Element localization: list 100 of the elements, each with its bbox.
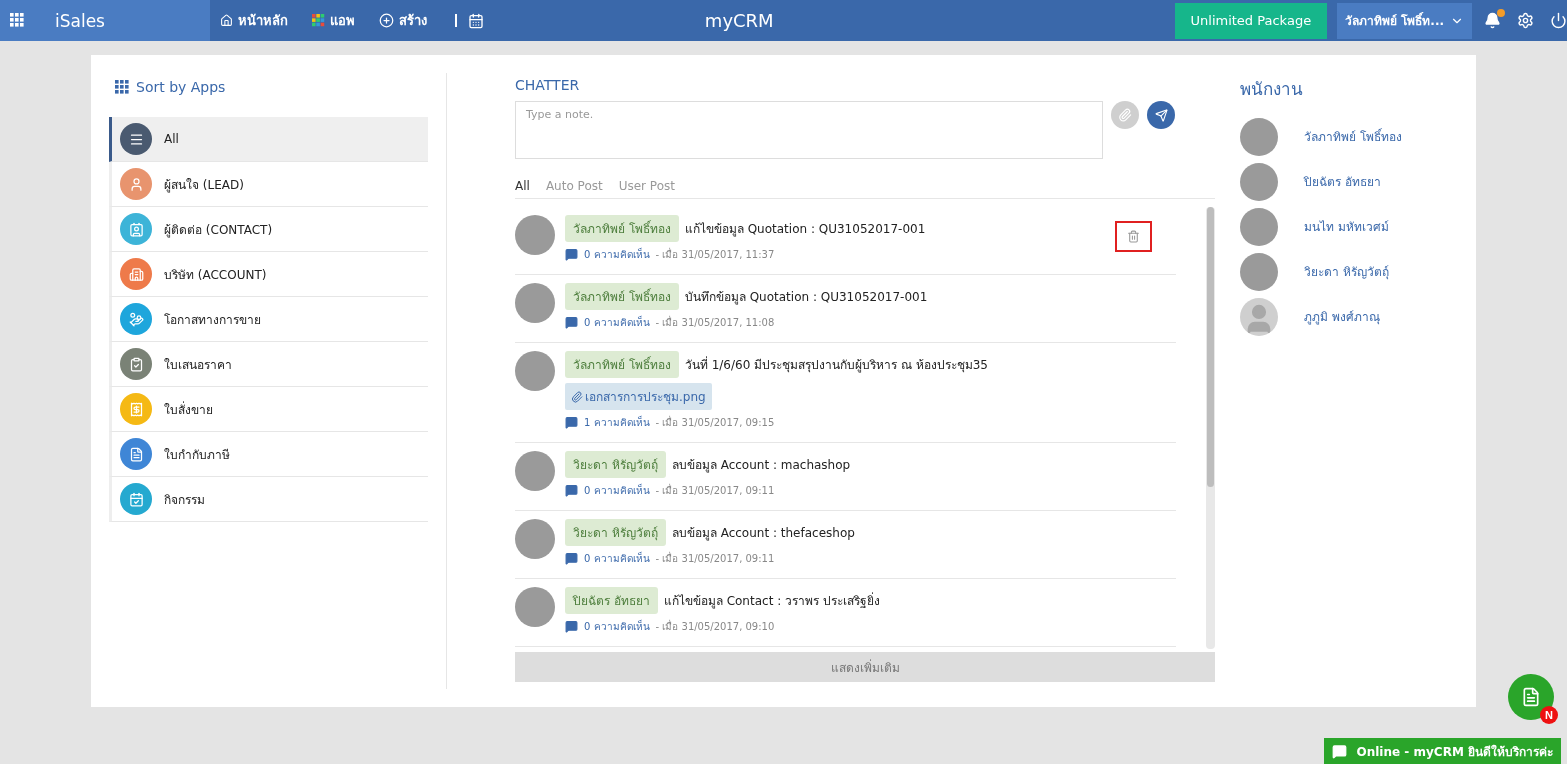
trash-icon: [1127, 230, 1140, 243]
avatar-placeholder: [515, 283, 555, 323]
show-more-button[interactable]: แสดงเพิ่มเติม: [515, 652, 1215, 682]
calendar-check-icon: [128, 491, 144, 507]
nav-link[interactable]: สร้าง: [379, 10, 427, 31]
attachment-chip[interactable]: เอกสารการประชุม.png: [565, 383, 712, 410]
comments-link[interactable]: 1 ความคิดเห็น: [584, 415, 650, 430]
person-icon: [128, 176, 144, 192]
avatar-placeholder: [1240, 117, 1278, 156]
send-button[interactable]: [1147, 101, 1175, 129]
post-text: บันทึกข้อมูล Quotation : QU31052017-001: [684, 289, 928, 306]
comment-icon: [565, 316, 578, 329]
sidebar-item[interactable]: ใบกำกับภาษี: [109, 432, 428, 477]
sidebar-item[interactable]: ใบเสนอราคา: [109, 342, 428, 387]
power-icon: [1550, 12, 1567, 29]
settings-button[interactable]: [1517, 12, 1534, 29]
plus-icon: [379, 13, 394, 28]
paperclip-icon: [571, 390, 583, 403]
post-text: ลบข้อมูล Account : machashop: [671, 457, 851, 474]
sidebar-item[interactable]: All: [109, 117, 428, 162]
comments-link[interactable]: 0 ความคิดเห็น: [584, 483, 650, 498]
avatar-placeholder: [515, 519, 555, 559]
bell-icon: [1484, 12, 1501, 29]
staff-name[interactable]: วิยะดา หิรัญวัตถุ์: [1304, 262, 1389, 281]
grid-icon: [312, 14, 325, 27]
sidebar-item[interactable]: โอกาสทางการขาย: [109, 297, 428, 342]
delete-button[interactable]: [1115, 221, 1152, 252]
sidebar-label: ใบเสนอราคา: [164, 356, 232, 374]
logo: myCRM: [704, 10, 774, 31]
settings-icon: [1517, 12, 1534, 29]
post-time: - เมื่อ 31/05/2017, 11:37: [655, 247, 775, 262]
home-icon: [220, 14, 233, 27]
post-time: - เมื่อ 31/05/2017, 11:08: [655, 315, 775, 330]
avatar-placeholder: [1240, 207, 1278, 246]
sidebar-item[interactable]: ใบสั่งขาย: [109, 387, 428, 432]
avatar-placeholder: [515, 351, 555, 391]
author-tag[interactable]: วิยะดา หิรัญวัตถุ์: [565, 451, 666, 478]
post-time: - เมื่อ 31/05/2017, 09:15: [655, 415, 775, 430]
comments-link[interactable]: 0 ความคิดเห็น: [584, 315, 650, 330]
author-tag[interactable]: วัลภาทิพย์ โพธิ์ทอง: [565, 283, 679, 310]
note-input[interactable]: Type a note.: [515, 101, 1103, 159]
avatar-placeholder: [515, 215, 555, 255]
comment-icon: [565, 416, 578, 429]
sidebar-label: โอกาสทางการขาย: [164, 311, 261, 329]
chatter-title: CHATTER: [515, 77, 581, 93]
staff-name[interactable]: มนไท มหัทเวศม์: [1304, 217, 1389, 236]
comment-icon: [565, 552, 578, 565]
sidebar-label: ใบสั่งขาย: [164, 400, 213, 419]
clipboard-icon: [128, 356, 144, 372]
nav-link[interactable]: หน้าหลัก: [220, 10, 288, 31]
chat-icon: [1331, 743, 1347, 759]
calendar-link[interactable]: [455, 12, 484, 29]
staff-name[interactable]: ภูภูมิ พงศ์ภาณุ: [1304, 307, 1380, 326]
sidebar-item[interactable]: กิจกรรม: [109, 477, 428, 522]
post-time: - เมื่อ 31/05/2017, 09:11: [655, 551, 775, 566]
author-tag[interactable]: ปิยฉัตร อัทธยา: [565, 587, 658, 614]
sidebar-title: Sort by Apps: [136, 79, 226, 95]
nav-link[interactable]: แอพ: [312, 10, 355, 31]
sidebar-item[interactable]: ผู้สนใจ (LEAD): [109, 162, 428, 207]
user-menu[interactable]: วัลภาทิพย์ โพธิ์ท...: [1337, 2, 1472, 39]
document-icon: [1521, 687, 1541, 707]
post-text: แก้ไขข้อมูล Quotation : QU31052017-001: [684, 221, 926, 238]
comment-icon: [565, 484, 578, 497]
app-name: iSales: [55, 10, 105, 31]
comments-link[interactable]: 0 ความคิดเห็น: [584, 247, 650, 262]
chat-bar[interactable]: Online - myCRM ยินดีให้บริการค่ะ: [1323, 738, 1561, 764]
scrollbar[interactable]: [1206, 207, 1215, 649]
comment-icon: [565, 620, 578, 633]
staff-name[interactable]: วัลภาทิพย์ โพธิ์ทอง: [1304, 127, 1402, 146]
power-button[interactable]: [1550, 12, 1567, 29]
post-time: - เมื่อ 31/05/2017, 09:10: [655, 619, 775, 634]
calendar-icon: [468, 12, 484, 29]
sidebar-label: บริษัท (ACCOUNT): [164, 266, 267, 284]
contact-card-icon: [128, 221, 144, 237]
filter-tab[interactable]: All: [515, 179, 530, 193]
building-icon: [128, 266, 144, 282]
author-tag[interactable]: วิยะดา หิรัญวัตถุ์: [565, 519, 666, 546]
staff-title: พนักงาน: [1240, 78, 1304, 101]
post-time: - เมื่อ 31/05/2017, 09:11: [655, 483, 775, 498]
paperclip-icon: [1118, 108, 1132, 122]
comments-link[interactable]: 0 ความคิดเห็น: [584, 619, 650, 634]
author-tag[interactable]: วัลภาทิพย์ โพธิ์ทอง: [565, 351, 679, 378]
staff-name[interactable]: ปิยฉัตร อัทธยา: [1304, 172, 1381, 191]
receipt-icon: [128, 401, 144, 417]
sidebar-label: ใบกำกับภาษี: [164, 446, 230, 464]
author-tag[interactable]: วัลภาทิพย์ โพธิ์ทอง: [565, 215, 679, 242]
apps-grid-icon: [115, 79, 130, 95]
sidebar-label: All: [164, 132, 179, 146]
sidebar-item[interactable]: บริษัท (ACCOUNT): [109, 252, 428, 297]
menu-icon: [128, 131, 144, 147]
document-icon: [128, 446, 144, 462]
avatar-placeholder: [1240, 252, 1278, 291]
comments-link[interactable]: 0 ความคิดเห็น: [584, 551, 650, 566]
hand-coin-icon: [128, 311, 144, 327]
send-icon: [1154, 108, 1168, 122]
post-text: ลบข้อมูล Account : thefaceshop: [671, 525, 855, 542]
sidebar-item[interactable]: ผู้ติดต่อ (CONTACT): [109, 207, 428, 252]
avatar-placeholder: [515, 451, 555, 491]
apps-grid-icon: [10, 13, 25, 28]
avatar-placeholder: [515, 587, 555, 627]
